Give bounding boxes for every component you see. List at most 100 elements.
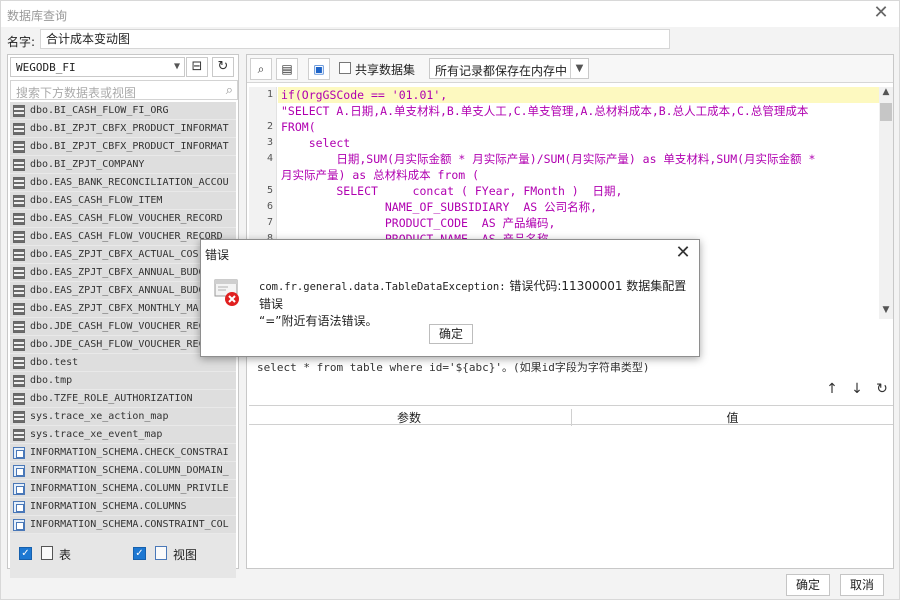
- ok-button[interactable]: 确定: [786, 574, 830, 596]
- table-list-item-label: dbo.JDE_CASH_FLOW_VOUCHER_REC: [30, 321, 205, 332]
- table-icon: [13, 339, 25, 351]
- database-select-value: WEGODB_FI: [16, 61, 76, 74]
- table-list-item-label: dbo.EAS_CASH_FLOW_ITEM: [30, 195, 163, 206]
- error-ok-button[interactable]: 确定: [429, 324, 473, 344]
- table-list-item[interactable]: dbo.BI_ZPJT_CBFX_PRODUCT_INFORMAT: [10, 138, 236, 156]
- view-icon: [13, 483, 25, 495]
- table-icon: [13, 393, 25, 405]
- table-list-item[interactable]: dbo.EAS_BANK_RECONCILIATION_ACCOU: [10, 174, 236, 192]
- table-list-item[interactable]: dbo.BI_CASH_FLOW_FI_ORG: [10, 102, 236, 120]
- table-list-item-label: dbo.test: [30, 357, 79, 368]
- table-list-item[interactable]: INFORMATION_SCHEMA.CHECK_CONSTRAI: [10, 444, 236, 462]
- table-list-item-label: dbo.EAS_ZPJT_CBFX_MONTHLY_MA: [30, 303, 199, 314]
- chevron-down-icon: ▼: [570, 59, 588, 78]
- table-list-item-label: sys.trace_xe_event_map: [30, 429, 163, 440]
- table-list-item[interactable]: INFORMATION_SCHEMA.COLUMN_DOMAIN_: [10, 462, 236, 480]
- close-icon[interactable]: ✕: [673, 242, 693, 263]
- refresh-button[interactable]: ↻: [212, 57, 234, 77]
- move-up-icon[interactable]: ↑: [823, 381, 841, 397]
- table-list-item-label: INFORMATION_SCHEMA.COLUMNS: [30, 501, 187, 512]
- table-list-item[interactable]: dbo.tmp: [10, 372, 236, 390]
- preview-icon: ⌕: [257, 62, 265, 76]
- table-list-item-label: dbo.EAS_CASH_FLOW_VOUCHER_RECORD: [30, 231, 223, 242]
- table-list-item[interactable]: INFORMATION_SCHEMA.COLUMNS: [10, 498, 236, 516]
- table-list-item[interactable]: dbo.TZFE_ROLE_AUTHORIZATION: [10, 390, 236, 408]
- window: 数据库查询 ✕ 名字: 合计成本变动图 WEGODB_FI ▼ ⊟ ↻ 搜索下方…: [0, 0, 900, 600]
- view-icon: [13, 501, 25, 513]
- line-number: 3: [266, 137, 273, 148]
- table-list-item[interactable]: INFORMATION_SCHEMA.COLUMN_PRIVILE: [10, 480, 236, 498]
- error-detail-text: “=”附近有语法错误。: [259, 314, 378, 328]
- save-query-button[interactable]: ▣: [308, 58, 330, 80]
- code-line: if(OrgGSCode == '01.01',: [281, 88, 448, 102]
- view-icon: [13, 447, 25, 459]
- table-icon: [13, 429, 25, 441]
- preview-icon: ⊟: [191, 59, 203, 74]
- chevron-down-icon: ▼: [173, 61, 180, 72]
- table-list-item-label: dbo.BI_ZPJT_CBFX_PRODUCT_INFORMAT: [30, 141, 229, 152]
- table-icon: [13, 141, 25, 153]
- code-line: select: [281, 136, 351, 150]
- table-list-item-label: dbo.TZFE_ROLE_AUTHORIZATION: [30, 393, 193, 404]
- table-search-input[interactable]: 搜索下方数据表或视图 ⌕: [10, 80, 238, 100]
- table-icon: [13, 105, 25, 117]
- scroll-up-icon[interactable]: ▲: [879, 87, 893, 101]
- close-icon[interactable]: ✕: [871, 3, 891, 23]
- code-line: 日期,SUM(月实际金额 * 月实际产量)/SUM(月实际产量) as 单支材料…: [281, 152, 816, 166]
- table-icon: [13, 303, 25, 315]
- view-icon: [13, 519, 25, 531]
- refresh-params-icon[interactable]: ↻: [873, 381, 891, 397]
- search-icon: ⌕: [225, 83, 233, 98]
- table-list-item[interactable]: dbo.EAS_CASH_FLOW_ITEM: [10, 192, 236, 210]
- show-tables-checkbox[interactable]: ✓: [19, 547, 32, 560]
- table-list-item[interactable]: dbo.BI_ZPJT_CBFX_PRODUCT_INFORMAT: [10, 120, 236, 138]
- shared-dataset-checkbox[interactable]: [339, 62, 351, 74]
- table-list-item-label: dbo.BI_CASH_FLOW_FI_ORG: [30, 105, 169, 116]
- table-list-item-label: dbo.EAS_ZPJT_CBFX_ACTUAL_COS: [30, 249, 199, 260]
- show-views-checkbox[interactable]: ✓: [133, 547, 146, 560]
- sql-format-button[interactable]: ▤: [276, 58, 298, 80]
- name-label: 名字:: [7, 35, 36, 49]
- table-list-item-label: dbo.JDE_CASH_FLOW_VOUCHER_REC: [30, 339, 205, 350]
- table-icon: [13, 411, 25, 423]
- window-title: 数据库查询: [7, 9, 68, 23]
- table-list-item-label: dbo.EAS_CASH_FLOW_VOUCHER_RECORD: [30, 213, 223, 224]
- scroll-thumb[interactable]: [880, 103, 892, 121]
- memory-mode-select[interactable]: 所有记录都保存在内存中 ▼: [429, 58, 589, 79]
- table-list-item-label: dbo.BI_ZPJT_CBFX_PRODUCT_INFORMAT: [30, 123, 229, 134]
- table-list-item[interactable]: INFORMATION_SCHEMA.CONSTRAINT_COL: [10, 516, 236, 534]
- save-icon: ▣: [313, 62, 325, 76]
- refresh-icon: ↻: [217, 59, 229, 74]
- table-list-item[interactable]: dbo.BI_ZPJT_COMPANY: [10, 156, 236, 174]
- preview-button[interactable]: ⊟: [186, 57, 208, 77]
- table-list-item-label: dbo.EAS_ZPJT_CBFX_ANNUAL_BUDG: [30, 285, 205, 296]
- code-line: "SELECT A.日期,A.单支材料,B.单支人工,C.单支管理,A.总材料成…: [281, 104, 809, 118]
- parameter-table: 参数 值: [249, 405, 893, 567]
- move-down-icon[interactable]: ↓: [848, 381, 866, 397]
- table-icon: [41, 546, 53, 560]
- code-line: NAME_OF_SUBSIDIARY AS 公司名称,: [281, 200, 598, 214]
- table-list-item[interactable]: sys.trace_xe_action_map: [10, 408, 236, 426]
- name-input[interactable]: 合计成本变动图: [40, 29, 670, 49]
- table-list-item-label: INFORMATION_SCHEMA.CONSTRAINT_COL: [30, 519, 229, 530]
- table-icon: [13, 195, 25, 207]
- code-line: 月实际产量) as 总材料成本 from (: [281, 168, 480, 182]
- cancel-button[interactable]: 取消: [840, 574, 884, 596]
- table-list-item-label: dbo.tmp: [30, 375, 73, 386]
- code-line: FROM(: [281, 120, 316, 134]
- preview-query-button[interactable]: ⌕: [250, 58, 272, 80]
- table-icon: [13, 231, 25, 243]
- exception-class: com.fr.general.data.TableDataException:: [259, 281, 506, 293]
- database-select[interactable]: WEGODB_FI ▼: [10, 57, 185, 77]
- table-icon: [13, 285, 25, 297]
- line-number: 6: [266, 201, 273, 212]
- table-list-item[interactable]: sys.trace_xe_event_map: [10, 426, 236, 444]
- name-row: 名字: 合计成本变动图: [1, 27, 899, 53]
- table-icon: [13, 357, 25, 369]
- table-icon: [13, 159, 25, 171]
- list-filter-bar: ✓ 表 ✓ 视图: [7, 539, 239, 567]
- table-list-item[interactable]: dbo.EAS_CASH_FLOW_VOUCHER_RECORD: [10, 210, 236, 228]
- scroll-down-icon[interactable]: ▼: [879, 305, 893, 319]
- editor-scrollbar[interactable]: ▲ ▼: [879, 87, 893, 319]
- memory-mode-value: 所有记录都保存在内存中: [435, 64, 568, 78]
